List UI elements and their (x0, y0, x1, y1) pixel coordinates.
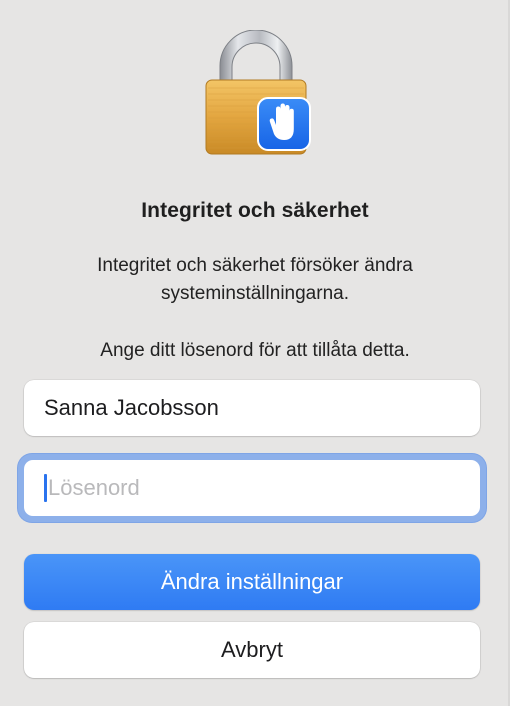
password-field[interactable]: Lösenord (24, 460, 480, 516)
dialog-message: Integritet och säkerhet försöker ändra s… (97, 255, 413, 304)
authentication-dialog: Integritet och säkerhet Integritet och s… (0, 0, 510, 706)
username-field[interactable]: Sanna Jacobsson (24, 380, 480, 436)
cancel-button[interactable]: Avbryt (24, 622, 480, 678)
dialog-title: Integritet och säkerhet (141, 199, 369, 222)
text-cursor (44, 474, 47, 502)
change-settings-button[interactable]: Ändra inställningar (24, 554, 480, 610)
password-placeholder: Lösenord (48, 475, 140, 500)
username-value: Sanna Jacobsson (44, 395, 219, 420)
dialog-prompt: Ange ditt lösenord för att tillåta detta… (100, 340, 410, 361)
padlock-with-hand-icon (198, 30, 318, 160)
